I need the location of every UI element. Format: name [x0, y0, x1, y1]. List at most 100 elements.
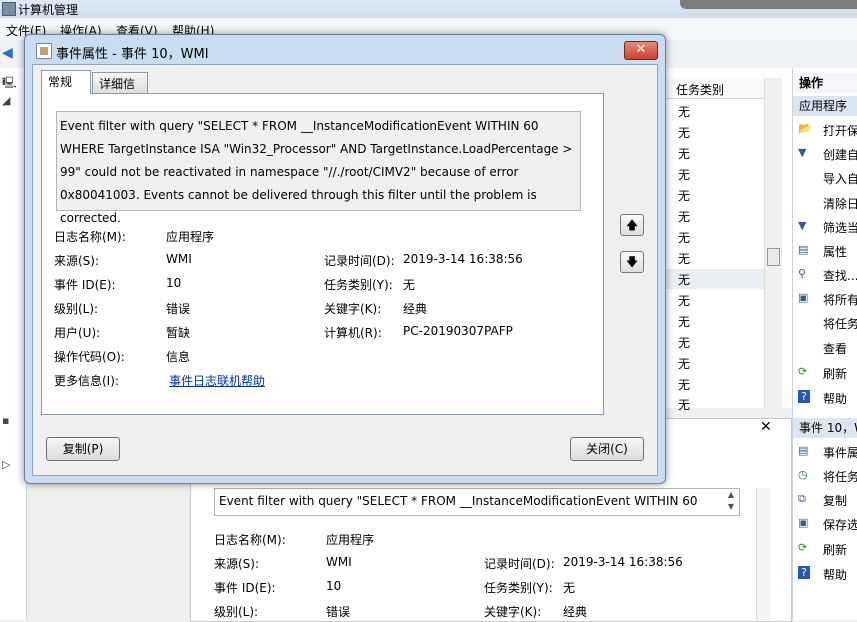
preview-level-label: 级别(L):	[214, 605, 259, 619]
titlebar-controls-area	[680, 0, 857, 9]
list-cell[interactable]: 无	[678, 187, 690, 204]
action-save-selected[interactable]: ▣保存选择	[798, 515, 857, 535]
action-attach-task-event[interactable]: ◷将任务附	[798, 467, 857, 487]
tree-expand-icon[interactable]: ◢	[2, 94, 10, 107]
actions-section-event[interactable]: 事件 10，WMI	[793, 418, 857, 438]
refresh-icon: ⟳	[798, 541, 808, 554]
arrow-up-icon: 🡅	[625, 218, 639, 232]
copy-icon: ⧉	[798, 492, 806, 505]
save-icon: ▣	[798, 516, 809, 529]
list-cell[interactable]: 无	[678, 376, 690, 393]
list-cell[interactable]: 无	[678, 396, 690, 413]
action-import-custom[interactable]: 导入自定	[798, 169, 857, 189]
action-refresh-event[interactable]: ⟳ 刷新	[798, 540, 857, 560]
dialog-close-button[interactable]: ✕	[624, 41, 658, 60]
computer-management-icon	[2, 2, 16, 16]
action-filter-current[interactable]: ▼筛选当前	[798, 218, 857, 238]
filter-icon: ▼	[798, 146, 807, 159]
list-scrollbar[interactable]	[764, 78, 782, 408]
preview-log-name-value: 应用程序	[326, 533, 375, 547]
keywords-value: 经典	[403, 302, 428, 316]
computer-label: 计算机(R):	[324, 326, 382, 340]
logged-label: 记录时间(D):	[324, 254, 395, 268]
logged-value: 2019-3-14 16:38:56	[403, 252, 523, 266]
action-save-all[interactable]: ▣将所有事	[798, 290, 857, 310]
next-event-button[interactable]: 🡇	[620, 251, 644, 273]
action-help-event[interactable]: ? 帮助	[798, 565, 857, 585]
actions-header: 操作	[793, 73, 857, 93]
preview-message-box[interactable]: Event filter with query "SELECT * FROM _…	[214, 488, 740, 516]
list-cell[interactable]: 无	[678, 313, 690, 330]
action-properties[interactable]: ▤ 属性	[798, 242, 857, 262]
task-category-label: 任务类别(Y):	[324, 278, 393, 292]
list-cell[interactable]: 无	[678, 208, 690, 225]
list-cell[interactable]: 无	[678, 271, 690, 288]
preview-task-label: 任务类别(Y):	[484, 581, 553, 595]
opcode-value: 信息	[166, 350, 191, 364]
tree-computer-icon: 🖳	[2, 76, 17, 89]
action-help[interactable]: ? 帮助	[798, 389, 857, 409]
preview-message-scroll-icon[interactable]: ▲ ▼	[724, 489, 738, 513]
back-arrow-icon[interactable]: ◀	[2, 46, 18, 60]
action-attach-task[interactable]: 将任务附	[798, 314, 857, 334]
close-button[interactable]: 关闭(C)	[570, 437, 644, 461]
action-refresh[interactable]: ⟳ 刷新	[798, 364, 857, 384]
list-cell[interactable]: 无	[678, 166, 690, 183]
action-copy[interactable]: ⧉ 复制	[798, 491, 857, 511]
preview-keywords-label: 关键字(K):	[484, 605, 542, 619]
list-cell[interactable]: 无	[678, 250, 690, 267]
preview-scrollbar[interactable]	[756, 488, 771, 620]
user-label: 用户(U):	[54, 326, 101, 340]
main-window-title: 计算机管理	[18, 3, 79, 17]
log-name-value: 应用程序	[166, 230, 215, 244]
user-value: 暂缺	[166, 326, 191, 340]
event-description: Event filter with query "SELECT * FROM _…	[60, 119, 573, 225]
list-cell[interactable]: 无	[678, 334, 690, 351]
tab-details[interactable]: 详细信息	[92, 72, 148, 113]
computer-value: PC-20190307PAFP	[403, 324, 513, 338]
source-label: 来源(S):	[54, 254, 100, 268]
save-icon: ▣	[798, 291, 809, 304]
list-cell[interactable]: 无	[678, 229, 690, 246]
task-category-value: 无	[403, 278, 416, 292]
level-value: 错误	[166, 302, 191, 316]
list-scrollbar-thumb[interactable]	[767, 248, 780, 266]
more-info-label: 更多信息(I):	[54, 374, 119, 388]
preview-event-id-value: 10	[326, 579, 342, 593]
tab-general[interactable]: 常规	[41, 70, 91, 94]
event-description-box[interactable]: Event filter with query "SELECT * FROM _…	[56, 111, 581, 225]
list-cell[interactable]: 无	[678, 145, 690, 162]
attach-task-icon: ◷	[798, 468, 808, 481]
list-cell[interactable]: 无	[678, 292, 690, 309]
list-column-header[interactable]: 任务类别	[664, 78, 780, 99]
preview-level-value: 错误	[326, 605, 351, 619]
event-id-value: 10	[166, 276, 182, 290]
close-icon[interactable]: ✕	[760, 419, 774, 435]
action-event-properties[interactable]: ▤事件属性	[798, 443, 857, 463]
source-value: WMI	[166, 252, 192, 266]
more-info-link[interactable]: 事件日志联机帮助	[169, 372, 265, 389]
action-view[interactable]: 查看	[798, 339, 857, 359]
actions-section-application[interactable]: 应用程序	[793, 96, 857, 116]
tree-storage-icon[interactable]: ▪	[2, 414, 9, 427]
list-cell[interactable]: 无	[678, 103, 690, 120]
preview-task-value: 无	[563, 581, 576, 595]
log-name-label: 日志名称(M):	[54, 230, 126, 244]
preview-event-id-label: 事件 ID(E):	[214, 581, 276, 595]
previous-event-button[interactable]: 🡅	[620, 214, 644, 236]
preview-source-value: WMI	[326, 555, 352, 569]
action-find[interactable]: ⚲ 查找...	[798, 266, 857, 286]
event-id-label: 事件 ID(E):	[54, 278, 116, 292]
list-cell[interactable]: 无	[678, 355, 690, 372]
tree-collapse-icon[interactable]: ▷	[2, 458, 10, 471]
copy-button[interactable]: 复制(P)	[46, 437, 120, 461]
action-clear-log[interactable]: 清除日志	[798, 194, 857, 214]
event-viewer-icon	[36, 43, 52, 59]
action-create-custom[interactable]: ▼创建自定	[798, 145, 857, 165]
opcode-label: 操作代码(O):	[54, 350, 125, 364]
preview-source-label: 来源(S):	[214, 557, 260, 571]
action-open-saved[interactable]: 📂打开保存	[798, 121, 857, 141]
list-cell[interactable]: 无	[678, 124, 690, 141]
arrow-down-icon: 🡇	[625, 255, 639, 269]
folder-open-icon: 📂	[798, 122, 812, 135]
